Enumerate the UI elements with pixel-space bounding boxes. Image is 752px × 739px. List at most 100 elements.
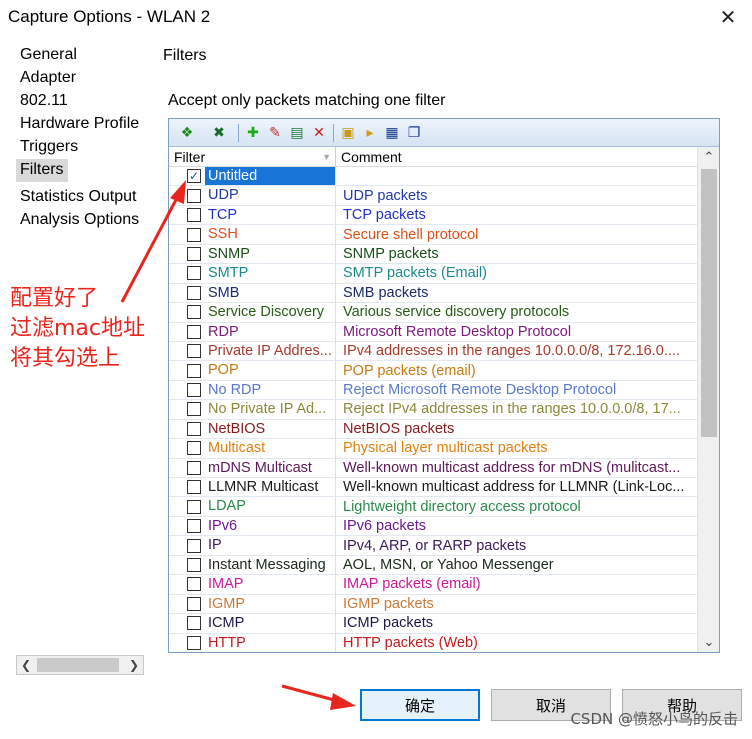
checkbox-cell <box>169 361 205 379</box>
nav-item-analysis-options[interactable]: Analysis Options <box>16 209 144 232</box>
filter-checkbox[interactable] <box>187 188 201 203</box>
filter-row[interactable]: IGMP IGMP packets <box>169 594 697 615</box>
filter-checkbox[interactable] <box>187 557 201 572</box>
filter-checkbox[interactable] <box>187 577 201 592</box>
scroll-up-icon[interactable]: ⌃ <box>698 147 719 167</box>
filter-checkbox[interactable] <box>187 208 201 223</box>
scroll-down-icon[interactable]: ⌄ <box>698 632 719 652</box>
filter-checkbox[interactable] <box>187 363 201 378</box>
scroll-thumb[interactable] <box>701 169 717 437</box>
filter-row[interactable]: SSH Secure shell protocol <box>169 225 697 245</box>
filter-row[interactable]: LDAP Lightweight directory access protoco… <box>169 497 697 517</box>
filter-comment: Reject IPv4 addresses in the ranges 10.0… <box>343 401 681 418</box>
filter-checkbox[interactable] <box>187 285 201 300</box>
filter-row[interactable]: NetBIOS NetBIOS packets <box>169 419 697 440</box>
filter-row[interactable]: HTTP HTTP packets (Web) <box>169 633 697 652</box>
filter-checkbox[interactable] <box>187 383 201 398</box>
filter-name: IMAP <box>205 575 336 594</box>
filter-checkbox[interactable] <box>187 538 201 553</box>
filter-checkbox[interactable] <box>187 596 201 611</box>
save-icon[interactable]: ▦ <box>382 123 402 143</box>
filter-checkbox[interactable] <box>187 344 201 359</box>
filter-checkbox[interactable] <box>187 246 201 261</box>
filter-checkbox[interactable] <box>187 499 201 514</box>
filter-comment: TCP packets <box>343 207 426 224</box>
filter-checkbox[interactable] <box>187 305 201 320</box>
filter-checkbox[interactable] <box>187 519 201 534</box>
filter-name: NetBIOS <box>205 419 336 439</box>
filter-comment: UDP packets <box>343 187 428 204</box>
rename-icon[interactable]: ▤ <box>287 123 307 143</box>
edit-icon[interactable]: ✎ <box>265 123 285 143</box>
filter-row[interactable]: TCP TCP packets <box>169 205 697 226</box>
nav-item-filters[interactable]: Filters <box>16 159 68 182</box>
filter-checkbox[interactable]: ✓ <box>187 169 201 184</box>
filter-name: SNMP <box>205 244 336 264</box>
checkbox-cell <box>169 323 205 341</box>
nav-item-statistics-output[interactable]: Statistics Output <box>16 186 144 209</box>
filter-row[interactable]: LLMNR Multicast Well-known multicast addr… <box>169 478 697 498</box>
filter-row[interactable]: Instant Messaging AOL, MSN, or Yahoo Mess… <box>169 555 697 576</box>
filter-checkbox[interactable] <box>187 266 201 281</box>
close-icon[interactable]: ✕ <box>716 6 740 29</box>
deselect-icon[interactable]: ✖ <box>204 123 234 143</box>
add-icon[interactable]: ✚ <box>243 123 263 143</box>
filter-checkbox[interactable] <box>187 460 201 475</box>
filter-comment: SMB packets <box>343 284 429 301</box>
filter-checkbox[interactable] <box>187 635 201 650</box>
filter-row[interactable]: mDNS Multicast Well-known multicast addre… <box>169 458 697 478</box>
filter-row[interactable]: Private IP Addres... IPv4 addresses in th… <box>169 341 697 362</box>
arrow-head <box>330 693 356 710</box>
filter-row[interactable]: SNMP SNMP packets <box>169 244 697 265</box>
filter-checkbox[interactable] <box>187 616 201 631</box>
nav-horizontal-scrollbar[interactable]: ❮ ❯ <box>16 655 144 675</box>
nav-item-adapter[interactable]: Adapter <box>16 67 144 90</box>
select-all-icon[interactable]: ❖ <box>172 123 202 143</box>
filter-row[interactable]: IMAP IMAP packets (email) <box>169 575 697 595</box>
filter-name: SMB <box>205 283 336 303</box>
ok-button[interactable]: 确定 <box>360 689 480 721</box>
nav-item-hardware-profile[interactable]: Hardware Profile <box>16 113 144 136</box>
red-annotation: 配置好了 过滤mac地址 将其勾选上 <box>10 284 145 374</box>
filter-checkbox[interactable] <box>187 324 201 339</box>
delete-icon[interactable]: ✕ <box>309 123 329 143</box>
scroll-left-icon[interactable]: ❮ <box>17 656 35 674</box>
filter-checkbox[interactable] <box>187 480 201 495</box>
filter-checkbox[interactable] <box>187 441 201 456</box>
filter-checkbox[interactable] <box>187 227 201 242</box>
filter-name: RDP <box>205 322 336 341</box>
nav-item-triggers[interactable]: Triggers <box>16 136 144 159</box>
filter-row[interactable]: No Private IP Ad... Reject IPv4 addresses… <box>169 400 697 420</box>
filter-comment: IPv4 addresses in the ranges 10.0.0.0/8,… <box>343 343 680 360</box>
filter-row[interactable]: UDP UDP packets <box>169 186 697 206</box>
filter-row[interactable]: POP POP packets (email) <box>169 361 697 381</box>
filter-row[interactable]: ✓ Untitled <box>169 167 697 187</box>
filter-checkbox[interactable] <box>187 402 201 417</box>
filter-name: ICMP <box>205 614 336 633</box>
comment-column-header[interactable]: Comment <box>336 147 697 166</box>
filter-row[interactable]: SMB SMB packets <box>169 283 697 304</box>
filter-row[interactable]: IPv6 IPv6 packets <box>169 516 697 537</box>
export-icon[interactable]: ▸ <box>360 123 380 143</box>
checkbox-cell <box>169 400 205 418</box>
filter-row[interactable]: RDP Microsoft Remote Desktop Protocol <box>169 322 697 342</box>
filter-row[interactable]: No RDP Reject Microsoft Remote Desktop Pr… <box>169 380 697 401</box>
filter-row[interactable]: IP IPv4, ARP, or RARP packets <box>169 536 697 556</box>
nav-item-802-11[interactable]: 802.11 <box>16 90 144 113</box>
filter-vertical-scrollbar[interactable]: ⌃ ⌄ <box>697 147 719 652</box>
filter-column-header[interactable]: Filter ▼ <box>169 147 336 167</box>
import-icon[interactable]: ▣ <box>338 123 358 143</box>
scroll-thumb[interactable] <box>37 658 119 672</box>
copy-icon[interactable]: ❐ <box>404 123 424 143</box>
nav-item-general[interactable]: General <box>16 44 144 67</box>
annotation-line: 过滤mac地址 <box>10 316 146 341</box>
filter-comment: POP packets (email) <box>343 362 476 379</box>
filter-row[interactable]: Service Discovery Various service discove… <box>169 303 697 323</box>
checkbox-cell <box>169 575 205 593</box>
filter-row[interactable]: Multicast Physical layer multicast packet… <box>169 439 697 459</box>
filter-row[interactable]: SMTP SMTP packets (Email) <box>169 264 697 284</box>
scroll-right-icon[interactable]: ❯ <box>125 656 143 674</box>
filter-name: Untitled <box>205 167 336 186</box>
filter-row[interactable]: ICMP ICMP packets <box>169 614 697 634</box>
filter-checkbox[interactable] <box>187 421 201 436</box>
